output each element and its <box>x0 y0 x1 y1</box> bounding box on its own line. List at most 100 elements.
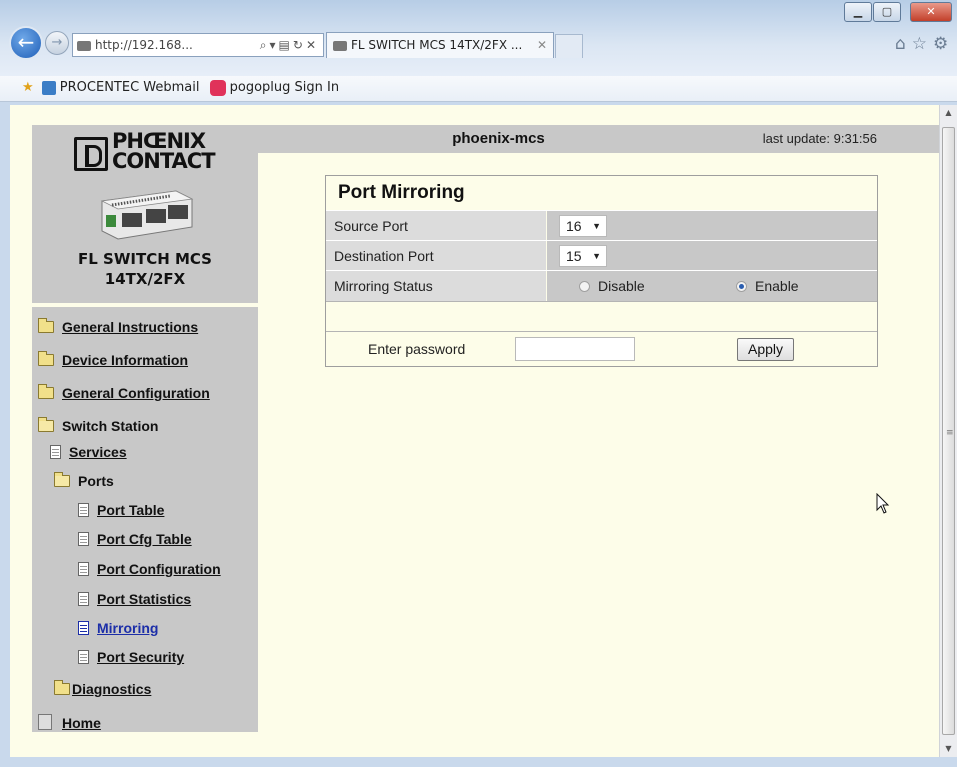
folder-icon <box>54 680 70 695</box>
nav-port-statistics[interactable]: Port Statistics <box>78 591 191 607</box>
device-name-line2: 14TX/2FX <box>104 270 186 288</box>
nav-general-instructions[interactable]: General Instructions <box>38 318 198 335</box>
stop-icon[interactable]: ✕ <box>306 38 319 52</box>
nav-services[interactable]: Services <box>50 444 127 460</box>
nav-port-configuration[interactable]: Port Configuration <box>78 561 221 577</box>
device-name: FL SWITCH MCS 14TX/2FX <box>32 249 258 289</box>
home-icon[interactable]: ⌂ <box>895 34 912 54</box>
scroll-up-icon[interactable]: ▲ <box>940 105 957 121</box>
password-row: Enter password Apply <box>326 331 877 367</box>
mouse-cursor-icon <box>876 493 890 514</box>
nav-port-security[interactable]: Port Security <box>78 649 184 665</box>
site-icon <box>77 40 91 51</box>
last-update-time: last update: 9:31:56 <box>762 131 877 146</box>
grip-icon: ≡ <box>946 428 954 438</box>
disable-radio[interactable] <box>579 281 590 292</box>
favorites-bar: ★ PROCENTEC Webmail pogoplug Sign In <box>0 76 957 102</box>
nav-ports[interactable]: Ports <box>54 472 114 489</box>
enable-radio[interactable] <box>736 281 747 292</box>
open-folder-icon <box>38 417 54 432</box>
compatibility-icon[interactable]: ▤ <box>279 38 293 52</box>
page-content: PHŒNIX CONTACT FL SWITCH MCS 14TX/2FX Gene… <box>10 105 939 757</box>
mirroring-status-row: Mirroring Status Disable Enable <box>326 270 877 301</box>
dropdown-icon[interactable]: ▾ <box>270 38 279 52</box>
destination-port-label: Destination Port <box>326 241 546 271</box>
disable-radio-option[interactable]: Disable <box>579 271 645 301</box>
browser-window: ▁ ▢ ✕ ← → http://192.168... ⌕▾▤↻✕ FL SWI… <box>0 0 957 767</box>
favorite-link-pogoplug[interactable]: pogoplug Sign In <box>230 80 339 95</box>
window-bottom-edge <box>0 757 957 767</box>
chevron-down-icon: ▼ <box>592 221 601 231</box>
new-tab-button[interactable] <box>555 34 583 58</box>
nav-general-configuration[interactable]: General Configuration <box>38 384 210 401</box>
forward-arrow-icon: → <box>51 35 63 50</box>
document-icon <box>78 562 89 576</box>
source-port-select[interactable]: 16 ▼ <box>559 215 607 237</box>
chevron-down-icon: ▼ <box>592 251 601 261</box>
home-icon <box>38 714 52 730</box>
page-title: Port Mirroring <box>338 182 465 203</box>
tab-title: FL SWITCH MCS 14TX/2FX ... <box>351 38 523 52</box>
favorite-link-webmail[interactable]: PROCENTEC Webmail <box>60 80 200 95</box>
switch-device-image <box>100 190 194 240</box>
nav-mirroring[interactable]: Mirroring <box>78 620 158 636</box>
browser-title-bar: ▁ ▢ ✕ ← → http://192.168... ⌕▾▤↻✕ FL SWI… <box>0 0 957 76</box>
back-arrow-icon: ← <box>17 30 35 54</box>
nav-home[interactable]: Home <box>38 714 101 731</box>
folder-icon <box>38 318 54 333</box>
folder-icon <box>38 351 54 366</box>
nav-switch-station[interactable]: Switch Station <box>38 417 158 434</box>
enable-radio-option[interactable]: Enable <box>736 271 799 301</box>
nav-diagnostics[interactable]: Diagnostics <box>54 680 151 697</box>
source-port-value: 16 <box>566 218 582 234</box>
settings-gear-icon[interactable]: ⚙ <box>933 34 954 54</box>
password-label: Enter password <box>368 341 466 357</box>
logo-line2: CONTACT <box>112 149 216 173</box>
source-port-row: Source Port 16 ▼ <box>326 210 877 241</box>
nav-port-table[interactable]: Port Table <box>78 502 164 518</box>
favorites-star-icon[interactable]: ☆ <box>912 34 933 54</box>
vertical-scrollbar[interactable]: ▲ ≡ ▼ <box>939 105 957 757</box>
maximize-button[interactable]: ▢ <box>873 2 901 22</box>
scroll-down-icon[interactable]: ▼ <box>940 741 957 757</box>
destination-port-row: Destination Port 15 ▼ <box>326 240 877 271</box>
browser-commands: ⌂☆⚙ <box>895 34 954 54</box>
back-button[interactable]: ← <box>9 26 43 60</box>
destination-port-value: 15 <box>566 248 582 264</box>
nav-device-information[interactable]: Device Information <box>38 351 188 368</box>
document-icon <box>78 621 89 635</box>
document-icon <box>50 445 61 459</box>
destination-port-select[interactable]: 15 ▼ <box>559 245 607 267</box>
open-folder-icon <box>54 472 70 487</box>
refresh-icon[interactable]: ↻ <box>293 38 306 52</box>
document-icon <box>78 532 89 546</box>
logo-symbol-icon <box>74 137 108 171</box>
close-window-button[interactable]: ✕ <box>910 2 952 22</box>
sidebar-nav: General Instructions Device Information … <box>32 307 258 732</box>
document-icon <box>78 592 89 606</box>
disable-label: Disable <box>598 278 645 294</box>
minimize-button[interactable]: ▁ <box>844 2 872 22</box>
port-mirroring-panel: Port Mirroring Source Port 16 ▼ Destinati… <box>325 175 878 367</box>
nav-port-cfg-table[interactable]: Port Cfg Table <box>78 531 192 547</box>
favorites-star-icon[interactable]: ★ <box>22 80 34 95</box>
ie-page-icon <box>41 80 56 95</box>
source-port-label: Source Port <box>326 211 546 241</box>
apply-button[interactable]: Apply <box>737 338 794 361</box>
address-tools[interactable]: ⌕▾▤↻✕ <box>260 34 319 56</box>
forward-button[interactable]: → <box>45 31 69 55</box>
spacer-row <box>326 301 877 331</box>
address-bar[interactable]: http://192.168... ⌕▾▤↻✕ <box>72 33 324 57</box>
scrollbar-thumb[interactable]: ≡ <box>942 127 955 735</box>
page-header: phoenix-mcs last update: 9:31:56 <box>258 125 939 153</box>
document-icon <box>78 650 89 664</box>
tab-close-icon[interactable]: ✕ <box>537 33 547 57</box>
tab-site-icon <box>333 40 347 51</box>
device-name-line1: FL SWITCH MCS <box>78 250 212 268</box>
browser-tab[interactable]: FL SWITCH MCS 14TX/2FX ... ✕ <box>326 32 554 58</box>
device-hostname: phoenix-mcs <box>452 130 545 147</box>
search-icon[interactable]: ⌕ <box>260 38 270 52</box>
password-input[interactable] <box>515 337 635 361</box>
sidebar-logo-panel: PHŒNIX CONTACT FL SWITCH MCS 14TX/2FX <box>32 125 258 303</box>
enable-label: Enable <box>755 278 799 294</box>
